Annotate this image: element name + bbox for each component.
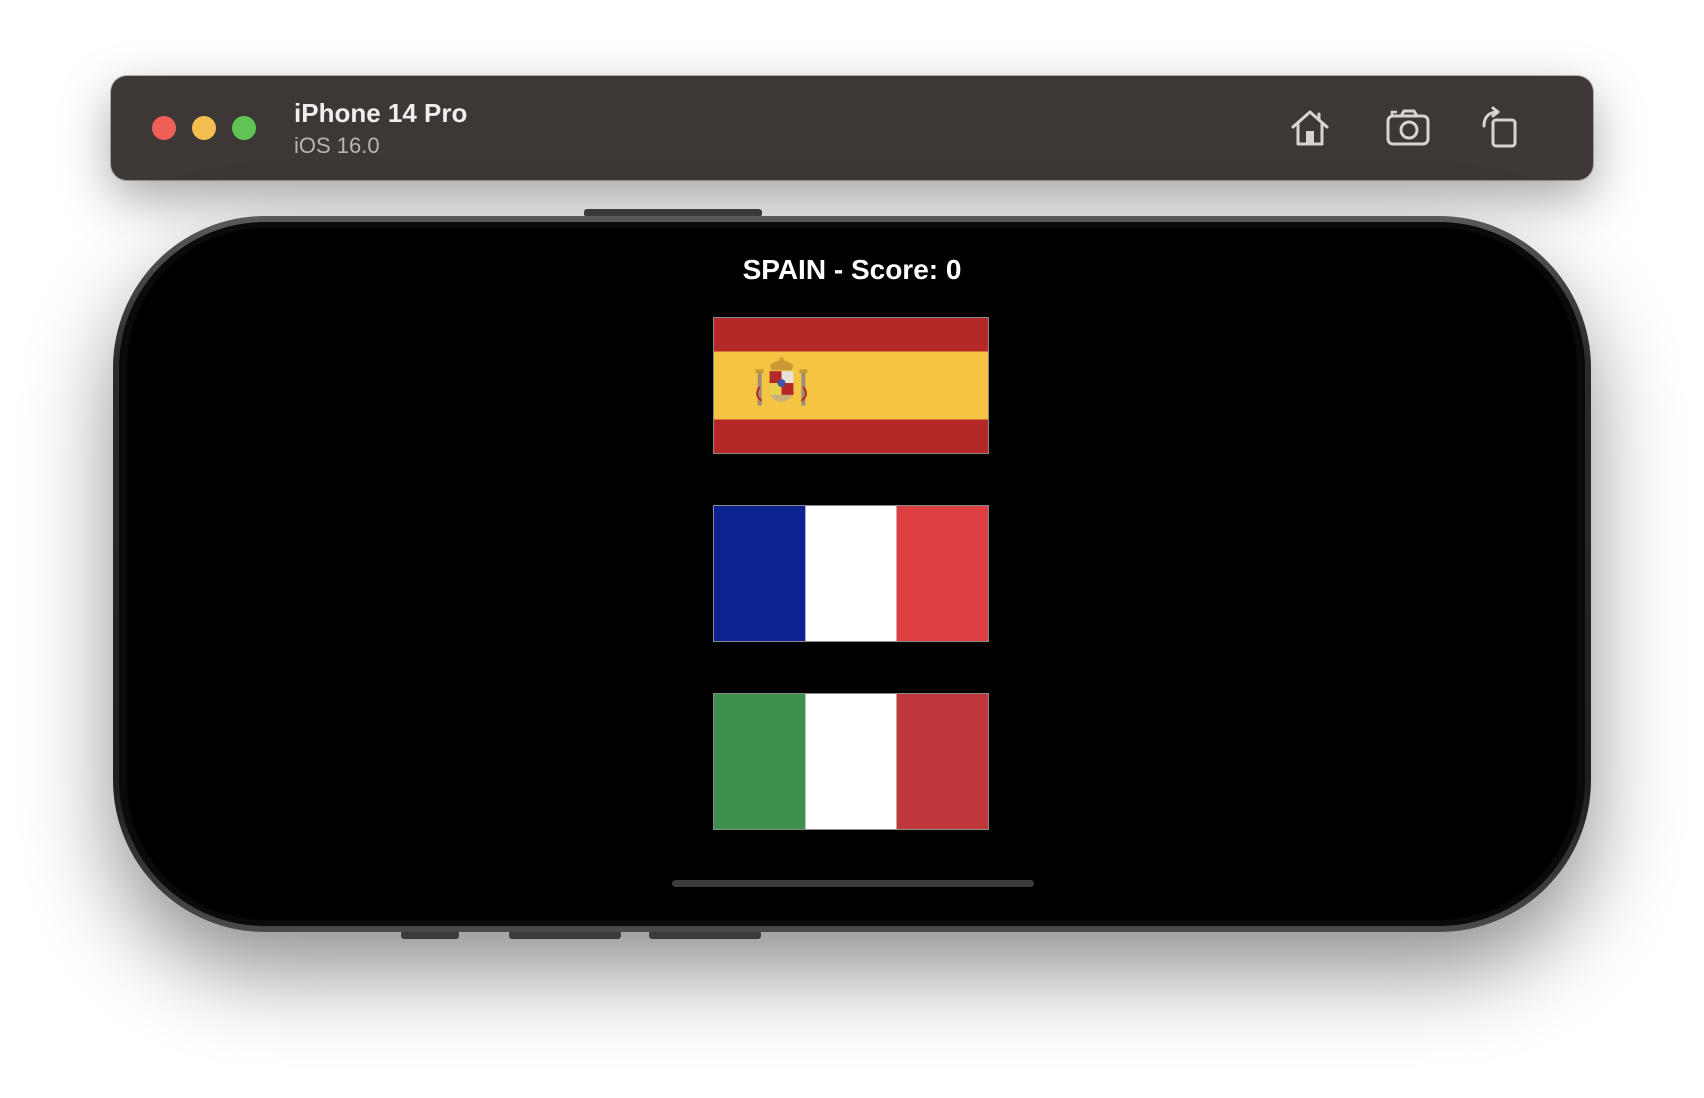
simulator-stage: iPhone 14 Pro iOS 16.0 SPAIN - Score: 0 — [0, 0, 1704, 1098]
italy-flag-image — [714, 694, 988, 829]
phone-mute-switch — [401, 931, 459, 939]
flag-button-france[interactable] — [713, 505, 989, 642]
home-button[interactable] — [1284, 102, 1336, 154]
question-score-label: SPAIN - Score: 0 — [742, 254, 962, 285]
os-version: iOS 16.0 — [294, 133, 380, 158]
home-icon — [1291, 110, 1329, 146]
rotate-icon — [1482, 106, 1517, 148]
home-indicator[interactable] — [672, 880, 1034, 887]
screenshot-button[interactable] — [1383, 102, 1435, 154]
close-window-button[interactable] — [152, 116, 176, 140]
simulator-titlebar[interactable]: iPhone 14 Pro iOS 16.0 — [111, 76, 1593, 180]
device-name: iPhone 14 Pro — [294, 98, 468, 128]
screenshot-camera-icon — [1386, 109, 1430, 146]
phone-volume-up — [509, 931, 621, 939]
rotate-button[interactable] — [1474, 102, 1526, 154]
flag-button-italy[interactable] — [713, 693, 989, 830]
spain-flag-image — [714, 318, 988, 453]
minimize-window-button[interactable] — [192, 116, 216, 140]
zoom-window-button[interactable] — [232, 116, 256, 140]
phone-screen: SPAIN - Score: 0 — [127, 228, 1577, 920]
flag-button-spain[interactable] — [713, 317, 989, 454]
phone-volume-down — [649, 931, 761, 939]
france-flag-image — [714, 506, 988, 641]
